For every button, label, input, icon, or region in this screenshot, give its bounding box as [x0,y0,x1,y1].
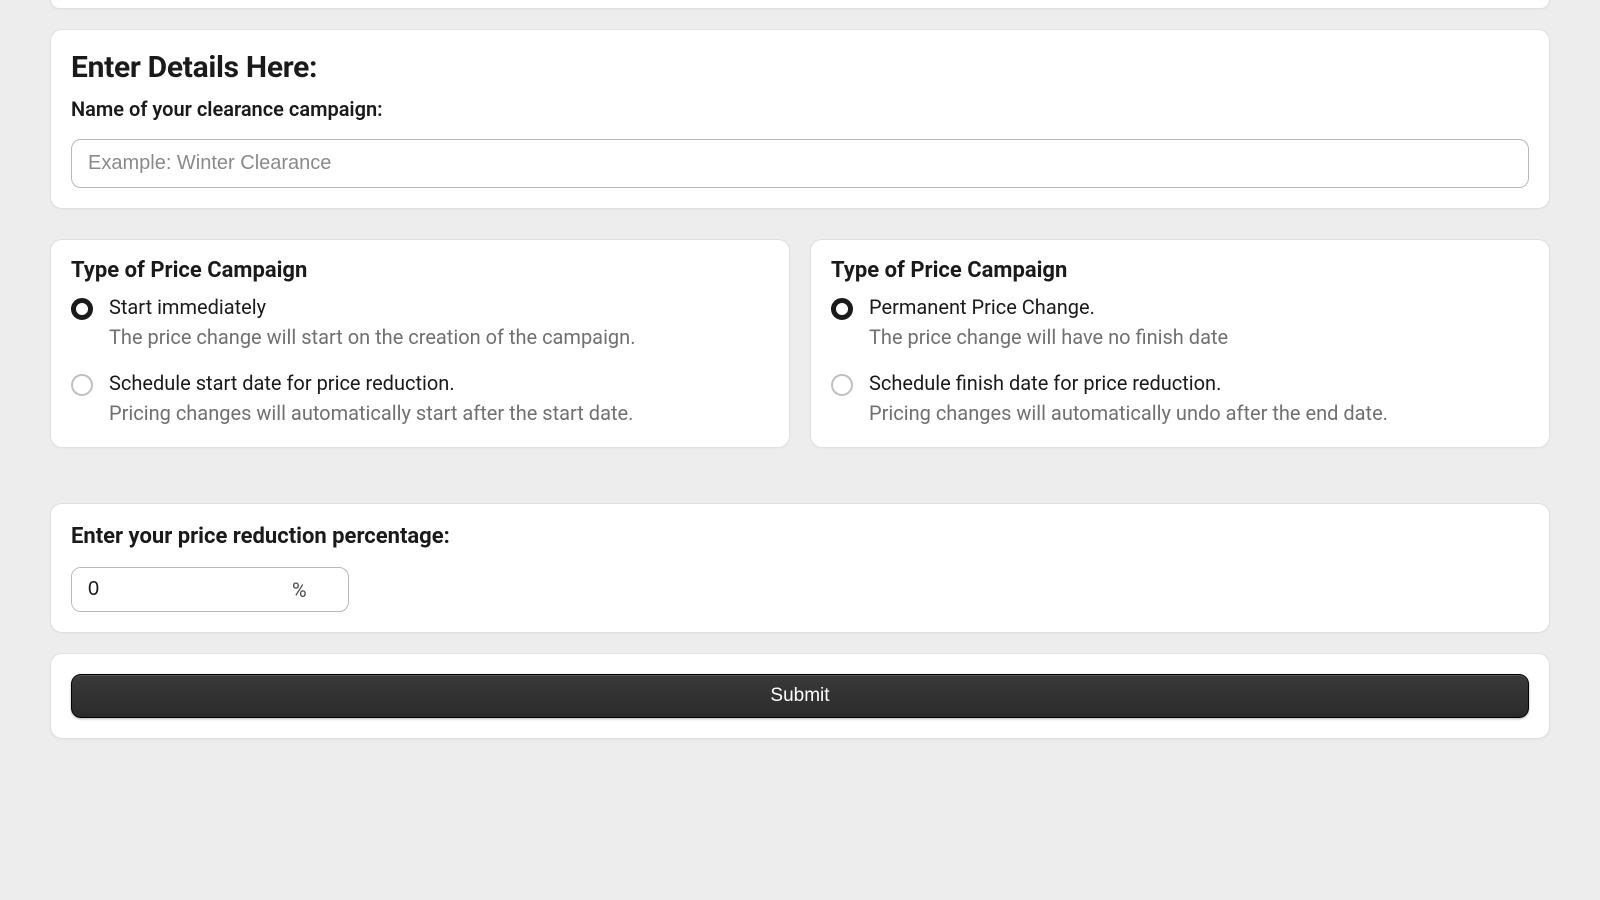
start-campaign-card: Type of Price Campaign Start immediately… [50,239,790,448]
percent-suffix: % [292,578,323,602]
percentage-card: Enter your price reduction percentage: % [50,503,1550,633]
radio-description: The price change will start on the creat… [109,325,635,349]
radio-label: Schedule start date for price reduction. [109,371,633,395]
submit-button[interactable]: Submit [71,674,1529,718]
radio-description: Pricing changes will automatically undo … [869,401,1388,425]
campaign-name-input[interactable] [71,139,1529,188]
radio-icon [831,298,853,320]
campaign-name-label: Name of your clearance campaign: [71,97,1529,121]
radio-icon [831,374,853,396]
submit-card: Submit [50,653,1550,739]
end-group-title: Type of Price Campaign [831,258,1529,283]
radio-option-schedule-start[interactable]: Schedule start date for price reduction.… [71,371,769,425]
radio-option-schedule-finish[interactable]: Schedule finish date for price reduction… [831,371,1529,425]
radio-icon [71,374,93,396]
details-card: Enter Details Here: Name of your clearan… [50,29,1550,209]
percentage-input-wrap: % [71,567,349,612]
start-group-title: Type of Price Campaign [71,258,769,283]
percentage-input[interactable] [72,568,292,611]
radio-option-permanent[interactable]: Permanent Price Change. The price change… [831,295,1529,349]
end-campaign-card: Type of Price Campaign Permanent Price C… [810,239,1550,448]
radio-icon [71,298,93,320]
prev-card-edge [50,0,1550,9]
radio-description: The price change will have no finish dat… [869,325,1228,349]
radio-label: Schedule finish date for price reduction… [869,371,1388,395]
details-heading: Enter Details Here: [71,50,1529,85]
percentage-label: Enter your price reduction percentage: [71,524,1529,549]
radio-description: Pricing changes will automatically start… [109,401,633,425]
radio-label: Permanent Price Change. [869,295,1228,319]
radio-label: Start immediately [109,295,635,319]
radio-option-start-immediately[interactable]: Start immediately The price change will … [71,295,769,349]
